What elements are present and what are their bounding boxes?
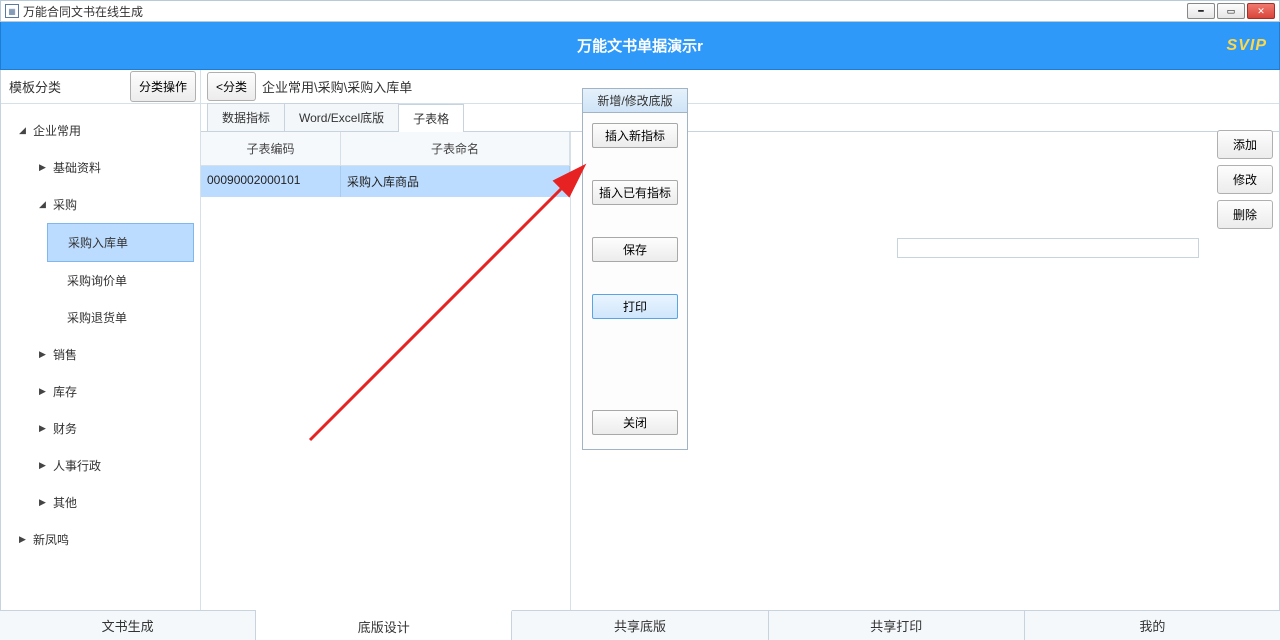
btab-template-design[interactable]: 底版设计 <box>256 610 512 640</box>
sidebar-title: 模板分类 <box>9 77 130 96</box>
right-actions: 添加 修改 删除 <box>1217 130 1273 229</box>
cell-name: 采购入库商品 <box>341 166 570 197</box>
tree-node-enterprise[interactable]: ◢企业常用 <box>1 112 200 149</box>
tab-word-excel[interactable]: Word/Excel底版 <box>284 103 399 131</box>
template-edit-popup: 新增/修改底版 插入新指标 插入已有指标 保存 打印 关闭 <box>582 88 688 450</box>
popup-title: 新增/修改底版 <box>583 89 687 113</box>
sidebar: 模板分类 分类操作 ◢企业常用 ▶基础资料 ◢采购 采购入库单 采购询价单 采购… <box>1 70 201 639</box>
app-title: 万能文书单据演示r <box>577 35 703 56</box>
tree-node-purchase-inquiry[interactable]: 采购询价单 <box>1 262 200 299</box>
btab-share-print[interactable]: 共享打印 <box>769 611 1025 640</box>
app-icon: ▦ <box>5 4 19 18</box>
app-header: 万能文书单据演示r SVIP <box>0 22 1280 70</box>
tab-data-index[interactable]: 数据指标 <box>207 103 285 131</box>
add-button[interactable]: 添加 <box>1217 130 1273 159</box>
edit-button[interactable]: 修改 <box>1217 165 1273 194</box>
detail-tabs: 数据指标 Word/Excel底版 子表格 <box>201 104 1279 132</box>
insert-existing-index-button[interactable]: 插入已有指标 <box>592 180 678 205</box>
tree-node-sales[interactable]: ▶销售 <box>1 336 200 373</box>
col-subtable-name: 子表命名 <box>341 132 570 165</box>
detail-input[interactable] <box>897 238 1199 258</box>
tree-node-finance[interactable]: ▶财务 <box>1 410 200 447</box>
close-popup-button[interactable]: 关闭 <box>592 410 678 435</box>
tree-node-basic[interactable]: ▶基础资料 <box>1 149 200 186</box>
tree-node-other[interactable]: ▶其他 <box>1 484 200 521</box>
close-button[interactable]: ✕ <box>1247 3 1275 19</box>
col-subtable-code: 子表编码 <box>201 132 341 165</box>
insert-new-index-button[interactable]: 插入新指标 <box>592 123 678 148</box>
bottom-tabbar: 文书生成 底版设计 共享底版 共享打印 我的 <box>0 610 1280 640</box>
window-titlebar: ▦ 万能合同文书在线生成 ━ ▭ ✕ <box>0 0 1280 22</box>
btab-mine[interactable]: 我的 <box>1025 611 1280 640</box>
table-row[interactable]: 00090002000101 采购入库商品 <box>201 166 570 197</box>
tree-node-purchase[interactable]: ◢采购 <box>1 186 200 223</box>
content-area: <分类 企业常用\采购\采购入库单 数据指标 Word/Excel底版 子表格 … <box>201 70 1279 639</box>
tree-node-purchase-in[interactable]: 采购入库单 <box>47 223 194 262</box>
tree-node-hr[interactable]: ▶人事行政 <box>1 447 200 484</box>
tree-node-purchase-return[interactable]: 采购退货单 <box>1 299 200 336</box>
subtable-grid: 子表编码 子表命名 00090002000101 采购入库商品 <box>201 132 571 639</box>
window-title: 万能合同文书在线生成 <box>23 3 143 20</box>
tree-node-xinfengming[interactable]: ▶新凤鸣 <box>1 521 200 558</box>
maximize-button[interactable]: ▭ <box>1217 3 1245 19</box>
delete-button[interactable]: 删除 <box>1217 200 1273 229</box>
tree-node-stock[interactable]: ▶库存 <box>1 373 200 410</box>
category-ops-button[interactable]: 分类操作 <box>130 71 196 102</box>
btab-share-template[interactable]: 共享底版 <box>512 611 768 640</box>
category-tree: ◢企业常用 ▶基础资料 ◢采购 采购入库单 采购询价单 采购退货单 ▶销售 ▶库… <box>1 104 200 639</box>
breadcrumb-path: 企业常用\采购\采购入库单 <box>262 77 412 96</box>
back-category-button[interactable]: <分类 <box>207 72 256 101</box>
save-button[interactable]: 保存 <box>592 237 678 262</box>
print-button[interactable]: 打印 <box>592 294 678 319</box>
btab-generate[interactable]: 文书生成 <box>0 611 256 640</box>
svip-badge: SVIP <box>1227 37 1267 55</box>
cell-code: 00090002000101 <box>201 166 341 197</box>
minimize-button[interactable]: ━ <box>1187 3 1215 19</box>
tab-subtable[interactable]: 子表格 <box>398 104 464 132</box>
